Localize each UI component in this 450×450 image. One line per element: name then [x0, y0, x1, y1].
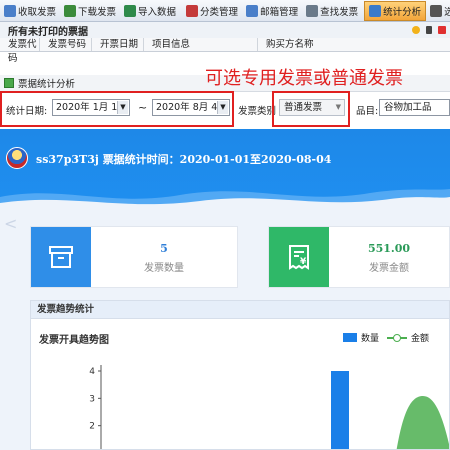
invoice-type-label: 发票类别	[238, 106, 277, 117]
toolbar-button-import[interactable]: 导入数据	[120, 1, 180, 21]
archive-icon	[49, 246, 73, 268]
import-icon	[124, 4, 137, 17]
trend-chart: 4 3 2	[89, 365, 449, 449]
invoice-amount-value: 551.00	[367, 242, 411, 255]
toolbar-button-category[interactable]: 分类管理	[182, 1, 242, 21]
category-icon	[186, 4, 199, 17]
card-icon-box	[31, 227, 91, 287]
list-tools	[412, 26, 450, 34]
invoice-count-card: 5 发票数量	[30, 226, 238, 288]
toolbar-button-label: 邮箱管理	[260, 6, 299, 18]
find-icon	[306, 4, 319, 17]
stats-banner: ss37p3T3j 票据统计时间：2020-01-01至2020-08-04	[0, 129, 450, 209]
edit-icon[interactable]	[426, 26, 432, 34]
receipt-yen-icon: ¥	[289, 245, 309, 270]
column-header-number[interactable]: 发票号码	[40, 38, 92, 51]
column-header-buyer[interactable]: 购买方名称	[258, 38, 450, 51]
toolbar-button-label: 导入数据	[138, 6, 177, 18]
toolbar-button-find[interactable]: 查找发票	[302, 1, 362, 21]
toolbar-button-settings[interactable]: 选项设置	[426, 1, 450, 21]
y-tick-label: 3	[89, 394, 95, 404]
product-label: 品目:	[356, 106, 379, 117]
settings-icon	[430, 4, 443, 17]
toolbar-button-label: 下载发票	[78, 6, 117, 18]
receive-icon	[4, 4, 16, 17]
toolbar-button-label: 查找发票	[320, 6, 359, 18]
annotation-text: 可选专用发票或普通发票	[205, 68, 403, 89]
toolbar-button-chart[interactable]: 统计分析	[364, 0, 427, 21]
invoice-count-label: 发票数量	[144, 263, 184, 274]
highlight-invoice-type	[272, 91, 350, 127]
window-title: 票据统计分析	[18, 79, 76, 90]
toolbar-button-receive[interactable]: 收取发票	[0, 1, 60, 21]
card-icon-box: ¥	[269, 227, 329, 287]
bar-count	[331, 371, 349, 449]
toolbar-button-download[interactable]: 下载发票	[60, 1, 120, 21]
chart-icon	[369, 4, 382, 17]
column-header-code[interactable]: 发票代码	[0, 38, 40, 64]
y-tick-label: 2	[89, 422, 95, 432]
list-title: 所有未打印的票据	[8, 26, 88, 38]
add-icon[interactable]	[412, 26, 420, 34]
column-header-items[interactable]: 项目信息	[144, 38, 258, 51]
wave-decoration	[0, 189, 450, 209]
toolbar-button-label: 分类管理	[200, 6, 239, 18]
mailbox-icon	[246, 4, 259, 17]
invoice-amount-label: 发票金额	[369, 263, 409, 274]
svg-text:¥: ¥	[300, 257, 307, 267]
y-tick-label: 4	[89, 367, 95, 377]
toolbar-button-mailbox[interactable]: 邮箱管理	[242, 1, 302, 21]
highlight-date-range	[0, 91, 234, 127]
window-chart-icon	[4, 78, 14, 88]
column-header-date[interactable]: 开票日期	[92, 38, 144, 51]
banner-text: ss37p3T3j 票据统计时间：2020-01-01至2020-08-04	[36, 153, 332, 166]
list-column-headers: 发票代码 发票号码 开票日期 项目信息 购买方名称	[0, 38, 450, 64]
toolbar-button-label: 收取发票	[18, 6, 57, 18]
toolbar-button-label: 选项设置	[444, 4, 450, 18]
chevron-left-icon[interactable]: <	[4, 214, 17, 233]
invoice-count-value: 5	[160, 242, 168, 255]
list-header: 所有未打印的票据	[0, 22, 450, 38]
delete-icon[interactable]	[438, 26, 446, 34]
main-toolbar: 收取发票 下载发票 导入数据 分类管理 邮箱管理 查找发票 统计分析 选项设置	[0, 0, 450, 22]
product-select[interactable]: 谷物加工品	[379, 99, 450, 116]
download-icon	[64, 4, 77, 17]
area-amount	[396, 396, 449, 449]
toolbar-button-label: 统计分析	[383, 6, 422, 18]
trend-panel: 发票趋势统计 发票开具趋势图 数量 金额 432	[30, 300, 450, 450]
product-value: 谷物加工品	[384, 102, 432, 113]
invoice-amount-card: ¥ 551.00 发票金额	[268, 226, 450, 288]
company-logo-icon	[6, 147, 28, 169]
